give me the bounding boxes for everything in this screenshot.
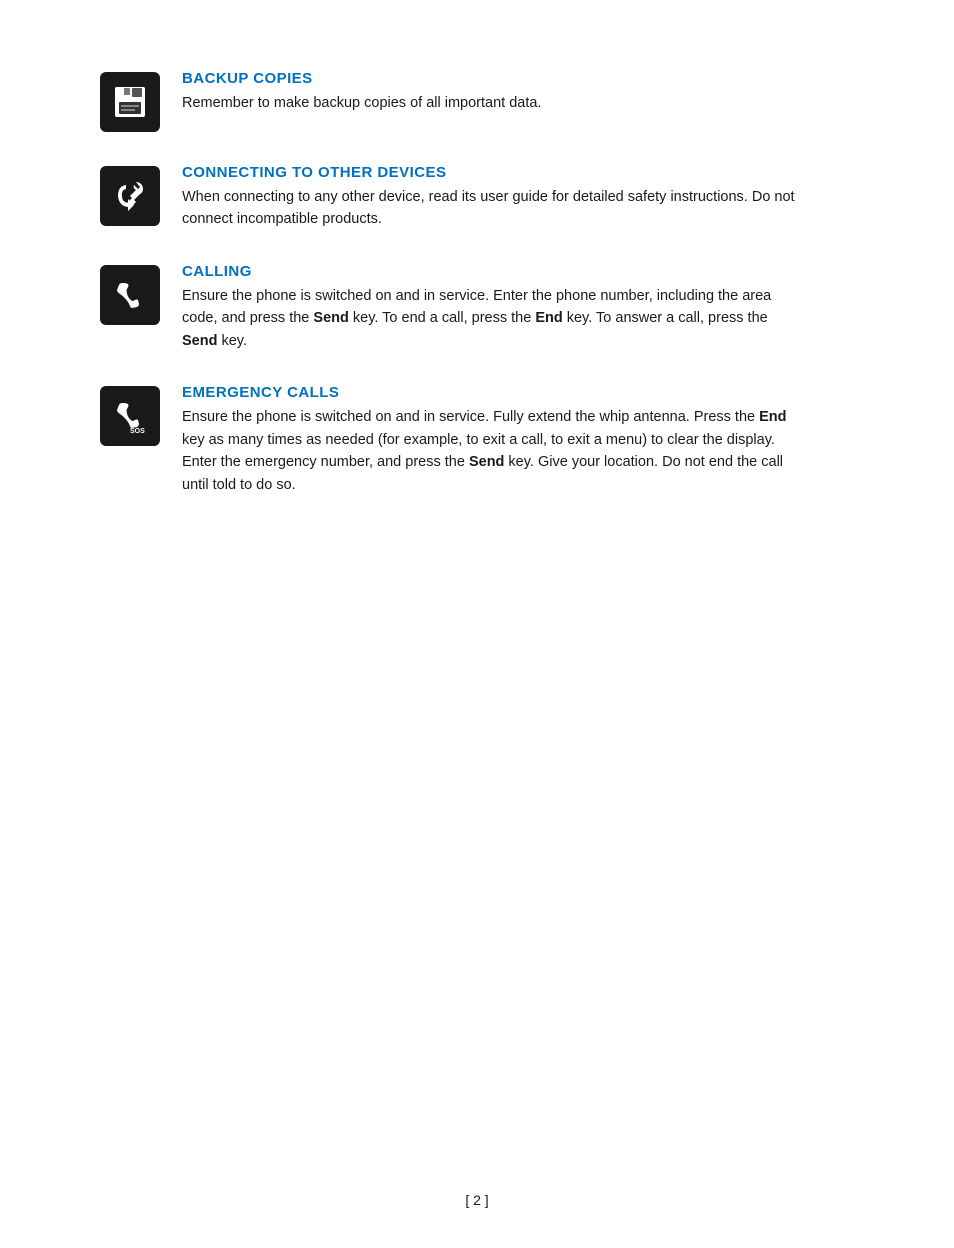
connecting-body: When connecting to any other device, rea… (182, 186, 800, 231)
emergency-calls-text: EMERGENCY CALLS Ensure the phone is swit… (182, 384, 800, 496)
page-content: BACKUP COPIES Remember to make backup co… (0, 0, 900, 598)
connecting-icon-box (100, 166, 160, 226)
calling-icon-box (100, 265, 160, 325)
connect-icon (112, 178, 148, 214)
phone-icon (112, 277, 148, 313)
connecting-text: CONNECTING TO OTHER DEVICES When connect… (182, 164, 800, 231)
section-calling: CALLING Ensure the phone is switched on … (100, 263, 800, 352)
page-footer: [ 2 ] (0, 1192, 954, 1208)
calling-body: Ensure the phone is switched on and in s… (182, 285, 800, 352)
svg-text:SOS: SOS (130, 428, 145, 434)
section-connecting: CONNECTING TO OTHER DEVICES When connect… (100, 164, 800, 231)
backup-copies-title: BACKUP COPIES (182, 70, 800, 87)
backup-copies-body: Remember to make backup copies of all im… (182, 92, 800, 114)
section-backup-copies: BACKUP COPIES Remember to make backup co… (100, 70, 800, 132)
calling-text: CALLING Ensure the phone is switched on … (182, 263, 800, 352)
emergency-calls-body: Ensure the phone is switched on and in s… (182, 406, 800, 496)
backup-copies-text: BACKUP COPIES Remember to make backup co… (182, 70, 800, 114)
emergency-calls-title: EMERGENCY CALLS (182, 384, 800, 401)
connecting-title: CONNECTING TO OTHER DEVICES (182, 164, 800, 181)
section-emergency-calls: SOS EMERGENCY CALLS Ensure the phone is … (100, 384, 800, 496)
floppy-disk-icon (112, 84, 148, 120)
backup-copies-icon-box (100, 72, 160, 132)
emergency-calls-icon-box: SOS (100, 386, 160, 446)
calling-title: CALLING (182, 263, 800, 280)
sos-phone-icon: SOS (112, 398, 148, 434)
